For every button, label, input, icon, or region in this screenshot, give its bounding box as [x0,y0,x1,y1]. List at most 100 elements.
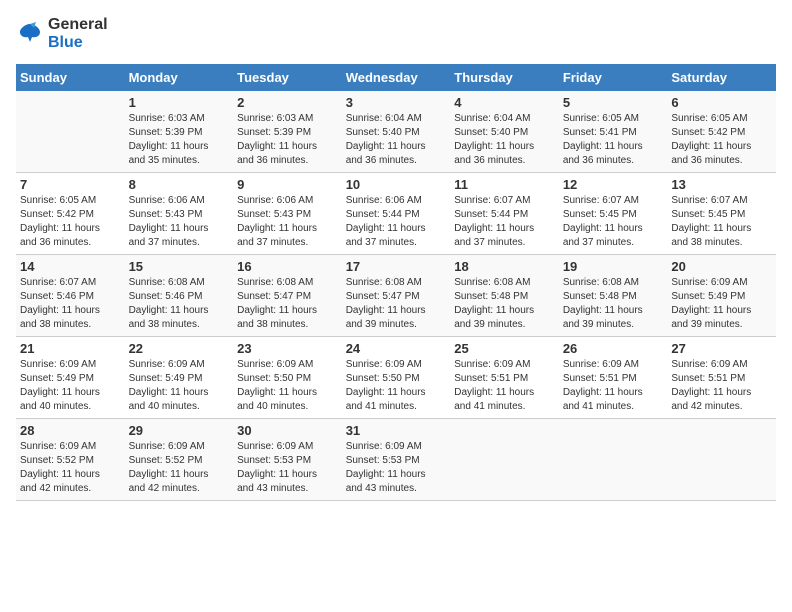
calendar-cell: 1Sunrise: 6:03 AM Sunset: 5:39 PM Daylig… [125,91,234,173]
column-header-monday: Monday [125,64,234,91]
calendar-cell: 15Sunrise: 6:08 AM Sunset: 5:46 PM Dayli… [125,255,234,337]
calendar-cell: 12Sunrise: 6:07 AM Sunset: 5:45 PM Dayli… [559,173,668,255]
day-info: Sunrise: 6:09 AM Sunset: 5:50 PM Dayligh… [237,358,338,414]
day-number: 26 [563,341,664,356]
calendar-cell: 20 Sunrise: 6:09 AM Sunset: 5:49 PM Dayli… [667,255,776,337]
day-number: 13 [671,177,772,192]
day-info: Sunrise: 6:06 AM Sunset: 5:43 PM Dayligh… [237,194,338,250]
day-number: 16 [237,259,338,274]
day-number: 10 [346,177,447,192]
column-header-thursday: Thursday [450,64,559,91]
day-number: 4 [454,95,555,110]
calendar-cell [667,419,776,501]
header-row: SundayMondayTuesdayWednesdayThursdayFrid… [16,64,776,91]
day-info: Sunrise: 6:03 AM Sunset: 5:39 PM Dayligh… [237,112,338,168]
day-info: Sunrise: 6:07 AM Sunset: 5:46 PM Dayligh… [20,276,121,332]
day-number: 5 [563,95,664,110]
calendar-cell: 14 Sunrise: 6:07 AM Sunset: 5:46 PM Dayli… [16,255,125,337]
day-number: 27 [671,341,772,356]
column-header-tuesday: Tuesday [233,64,342,91]
calendar-cell: 13 Sunrise: 6:07 AM Sunset: 5:45 PM Dayli… [667,173,776,255]
calendar-cell: 19 Sunrise: 6:08 AM Sunset: 5:48 PM Dayli… [559,255,668,337]
day-number: 19 [563,259,664,274]
calendar-cell: 23 Sunrise: 6:09 AM Sunset: 5:50 PM Dayli… [233,337,342,419]
calendar-cell: 29 Sunrise: 6:09 AM Sunset: 5:52 PM Dayli… [125,419,234,501]
day-info: Sunrise: 6:04 AM Sunset: 5:40 PM Dayligh… [454,112,555,168]
calendar-cell: 31Sunrise: 6:09 AM Sunset: 5:53 PM Dayli… [342,419,451,501]
calendar-cell [450,419,559,501]
day-number: 21 [20,341,121,356]
day-info: Sunrise: 6:09 AM Sunset: 5:50 PM Dayligh… [346,358,447,414]
logo: General Blue [16,16,108,52]
day-number: 29 [129,423,230,438]
day-number: 11 [454,177,555,192]
day-number: 12 [563,177,664,192]
calendar-cell: 24 Sunrise: 6:09 AM Sunset: 5:50 PM Dayli… [342,337,451,419]
column-header-sunday: Sunday [16,64,125,91]
day-info: Sunrise: 6:09 AM Sunset: 5:51 PM Dayligh… [563,358,664,414]
week-row-1: 1 Sunrise: 6:03 AM Sunset: 5:39 PM Daylig… [16,91,776,173]
day-info: Sunrise: 6:09 AM Sunset: 5:52 PM Dayligh… [20,440,121,496]
calendar-cell: 26 Sunrise: 6:09 AM Sunset: 5:51 PM Dayli… [559,337,668,419]
week-row-3: 14 Sunrise: 6:07 AM Sunset: 5:46 PM Dayli… [16,255,776,337]
day-info: Sunrise: 6:04 AM Sunset: 5:40 PM Dayligh… [346,112,447,168]
logo-icon [16,20,44,48]
calendar-cell: 10 Sunrise: 6:06 AM Sunset: 5:44 PM Dayli… [342,173,451,255]
day-info: Sunrise: 6:06 AM Sunset: 5:43 PM Dayligh… [129,194,230,250]
day-info: Sunrise: 6:08 AM Sunset: 5:47 PM Dayligh… [237,276,338,332]
day-number: 17 [346,259,447,274]
day-number: 18 [454,259,555,274]
day-number: 2 [237,95,338,110]
calendar-cell: 21 Sunrise: 6:09 AM Sunset: 5:49 PM Dayli… [16,337,125,419]
calendar-cell: 5 Sunrise: 6:05 AM Sunset: 5:41 PM Daylig… [559,91,668,173]
day-info: Sunrise: 6:06 AM Sunset: 5:44 PM Dayligh… [346,194,447,250]
day-number: 20 [671,259,772,274]
day-number: 14 [20,259,121,274]
calendar-cell: 22Sunrise: 6:09 AM Sunset: 5:49 PM Dayli… [125,337,234,419]
week-row-5: 28 Sunrise: 6:09 AM Sunset: 5:52 PM Dayli… [16,419,776,501]
day-number: 3 [346,95,447,110]
day-number: 6 [671,95,772,110]
calendar-cell: 3 Sunrise: 6:04 AM Sunset: 5:40 PM Daylig… [342,91,451,173]
week-row-4: 21 Sunrise: 6:09 AM Sunset: 5:49 PM Dayli… [16,337,776,419]
day-info: Sunrise: 6:09 AM Sunset: 5:49 PM Dayligh… [20,358,121,414]
day-number: 24 [346,341,447,356]
day-info: Sunrise: 6:07 AM Sunset: 5:44 PM Dayligh… [454,194,555,250]
calendar-cell: 17 Sunrise: 6:08 AM Sunset: 5:47 PM Dayli… [342,255,451,337]
calendar-cell: 9 Sunrise: 6:06 AM Sunset: 5:43 PM Daylig… [233,173,342,255]
day-info: Sunrise: 6:08 AM Sunset: 5:46 PM Dayligh… [129,276,230,332]
column-header-friday: Friday [559,64,668,91]
day-info: Sunrise: 6:09 AM Sunset: 5:52 PM Dayligh… [129,440,230,496]
calendar-cell: 25 Sunrise: 6:09 AM Sunset: 5:51 PM Dayli… [450,337,559,419]
calendar-table: SundayMondayTuesdayWednesdayThursdayFrid… [16,64,776,501]
day-info: Sunrise: 6:09 AM Sunset: 5:51 PM Dayligh… [454,358,555,414]
day-info: Sunrise: 6:05 AM Sunset: 5:42 PM Dayligh… [20,194,121,250]
day-number: 30 [237,423,338,438]
day-number: 1 [129,95,230,110]
day-info: Sunrise: 6:09 AM Sunset: 5:53 PM Dayligh… [346,440,447,496]
day-number: 23 [237,341,338,356]
day-info: Sunrise: 6:09 AM Sunset: 5:49 PM Dayligh… [671,276,772,332]
day-info: Sunrise: 6:07 AM Sunset: 5:45 PM Dayligh… [671,194,772,250]
calendar-cell: 7Sunrise: 6:05 AM Sunset: 5:42 PM Daylig… [16,173,125,255]
day-number: 25 [454,341,555,356]
day-info: Sunrise: 6:09 AM Sunset: 5:49 PM Dayligh… [129,358,230,414]
day-info: Sunrise: 6:08 AM Sunset: 5:48 PM Dayligh… [454,276,555,332]
day-info: Sunrise: 6:05 AM Sunset: 5:41 PM Dayligh… [563,112,664,168]
day-number: 28 [20,423,121,438]
calendar-cell: 30 Sunrise: 6:09 AM Sunset: 5:53 PM Dayli… [233,419,342,501]
week-row-2: 7Sunrise: 6:05 AM Sunset: 5:42 PM Daylig… [16,173,776,255]
day-info: Sunrise: 6:08 AM Sunset: 5:48 PM Dayligh… [563,276,664,332]
calendar-cell [16,91,125,173]
logo-text: General Blue [48,16,108,52]
calendar-cell: 11 Sunrise: 6:07 AM Sunset: 5:44 PM Dayli… [450,173,559,255]
calendar-cell: 4 Sunrise: 6:04 AM Sunset: 5:40 PM Daylig… [450,91,559,173]
day-info: Sunrise: 6:08 AM Sunset: 5:47 PM Dayligh… [346,276,447,332]
calendar-cell: 18 Sunrise: 6:08 AM Sunset: 5:48 PM Dayli… [450,255,559,337]
calendar-cell: 6 Sunrise: 6:05 AM Sunset: 5:42 PM Daylig… [667,91,776,173]
day-info: Sunrise: 6:09 AM Sunset: 5:51 PM Dayligh… [671,358,772,414]
calendar-cell: 2 Sunrise: 6:03 AM Sunset: 5:39 PM Daylig… [233,91,342,173]
day-info: Sunrise: 6:09 AM Sunset: 5:53 PM Dayligh… [237,440,338,496]
day-info: Sunrise: 6:05 AM Sunset: 5:42 PM Dayligh… [671,112,772,168]
day-number: 9 [237,177,338,192]
